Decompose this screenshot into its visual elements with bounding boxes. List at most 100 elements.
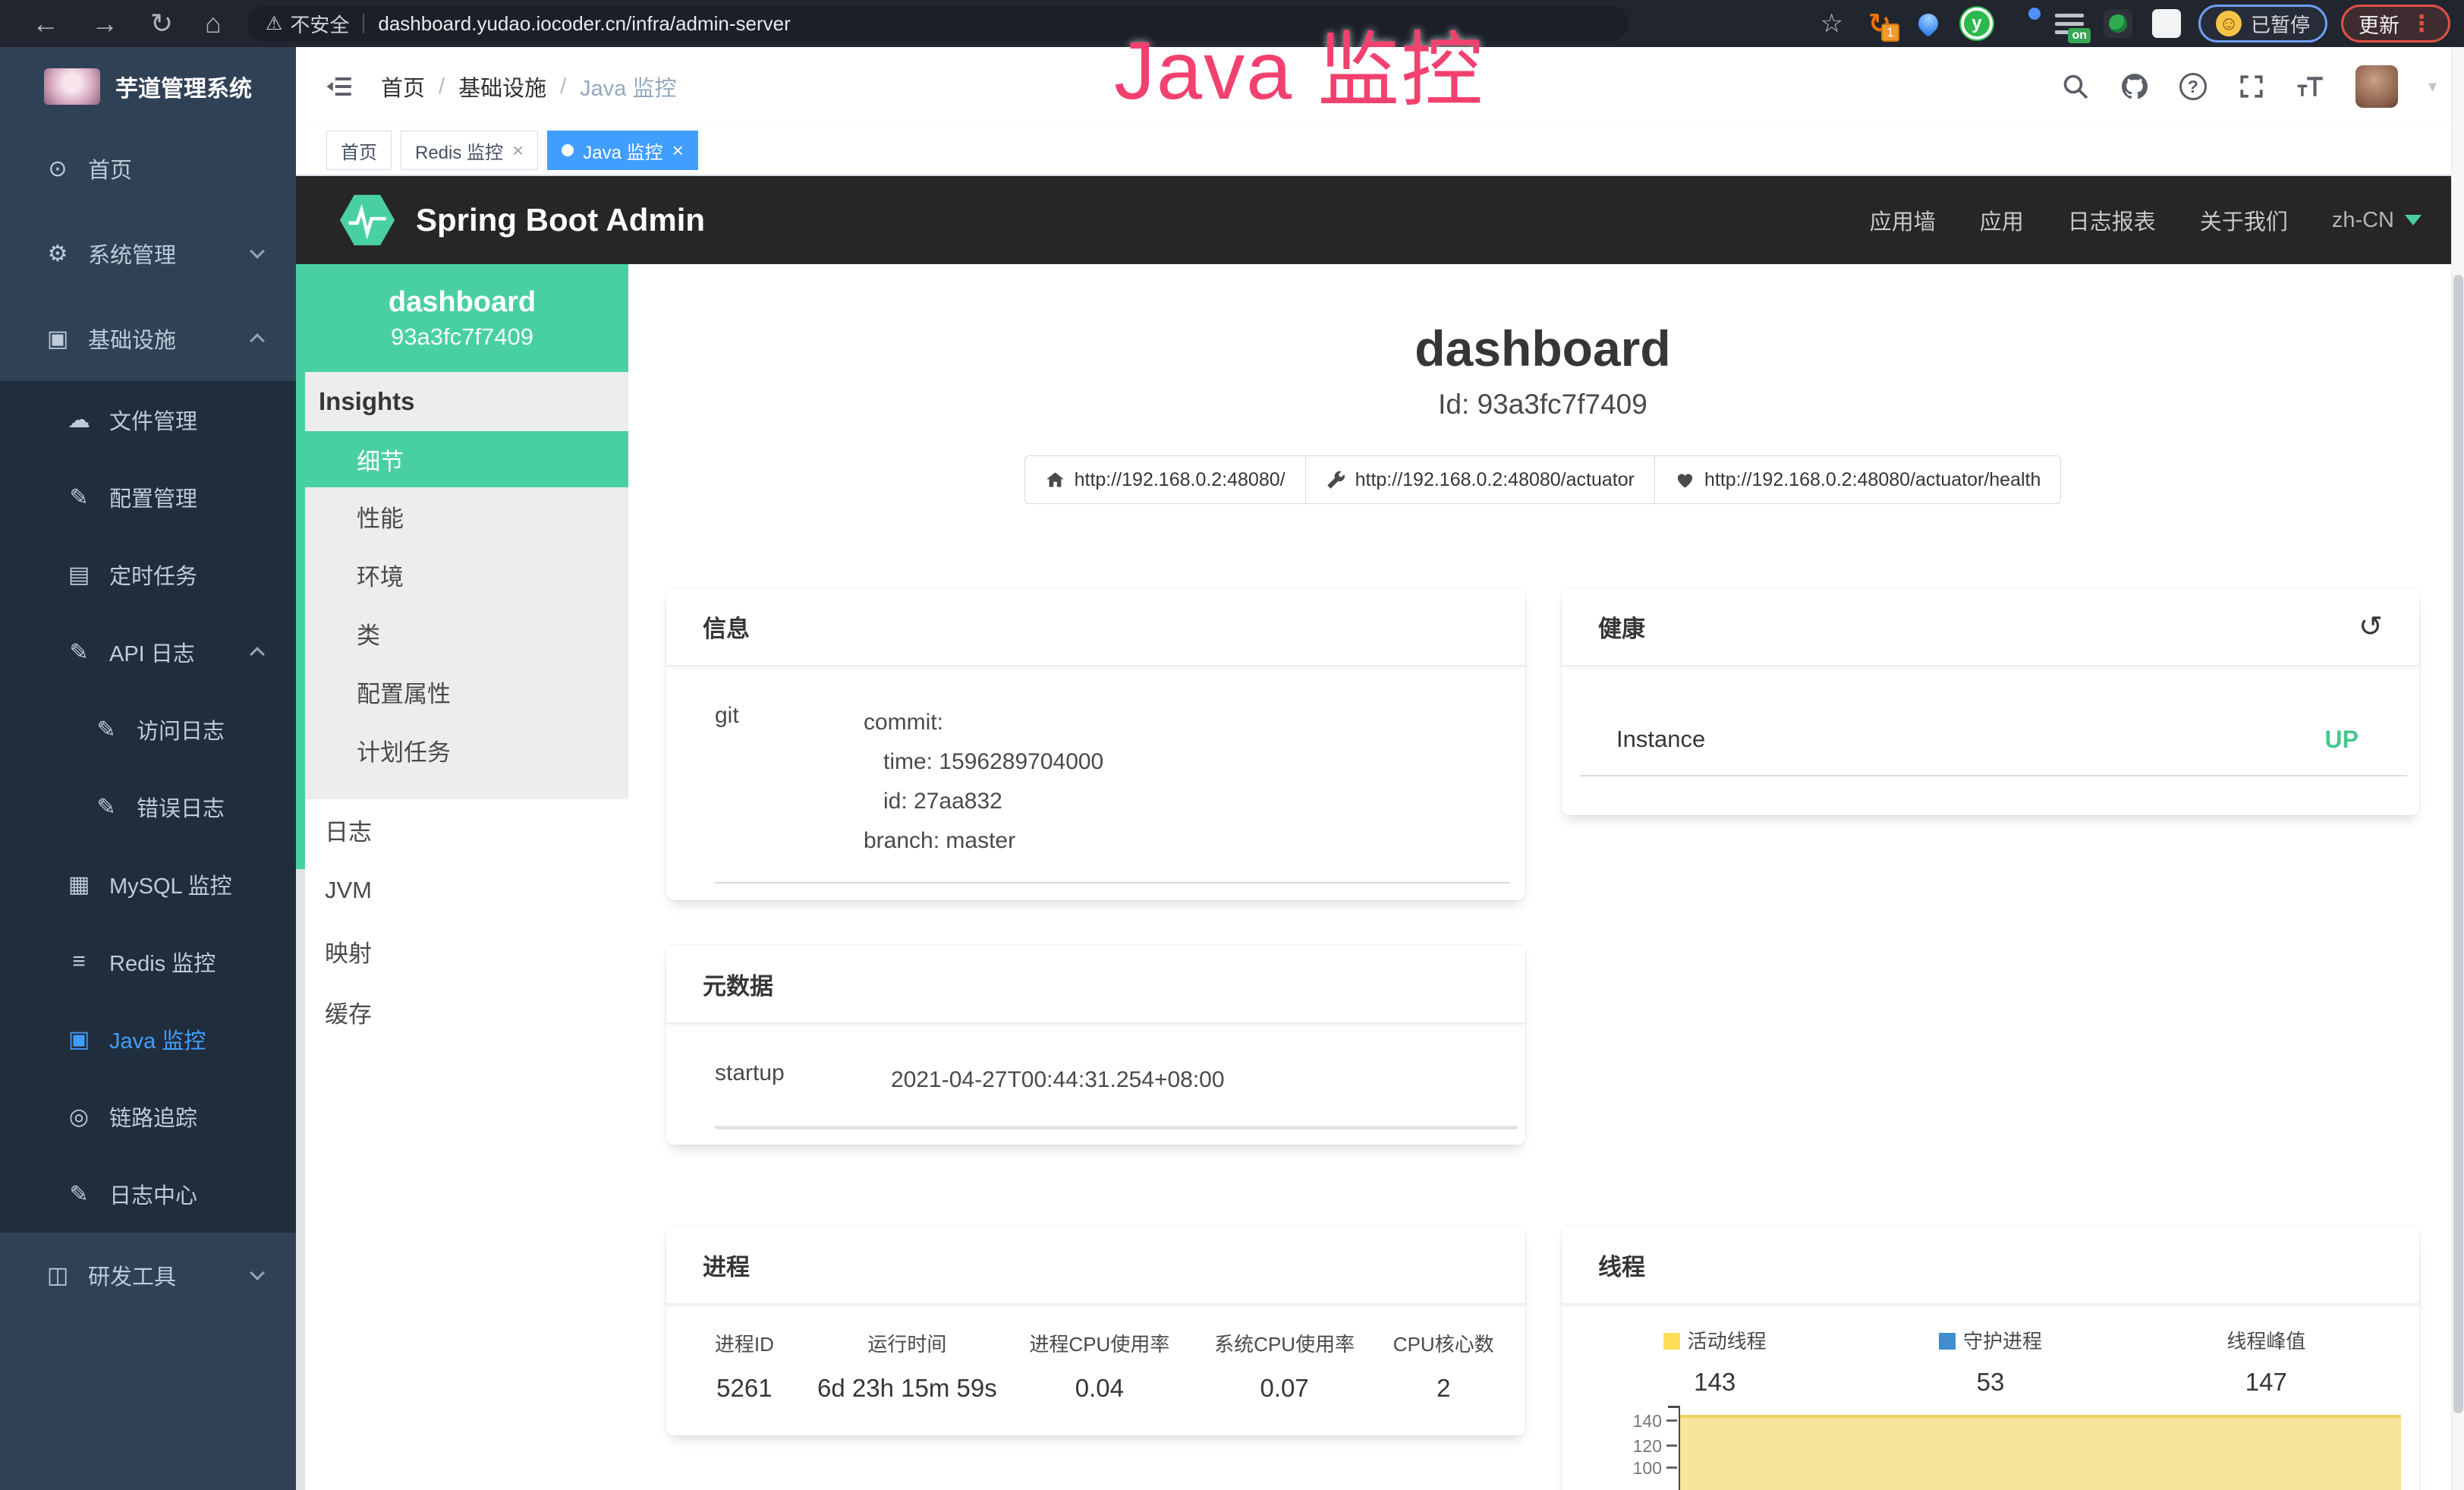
- extension-y-icon[interactable]: y: [1960, 7, 1994, 40]
- history-icon[interactable]: ↺: [2359, 610, 2383, 644]
- y-tick-100: 100: [1595, 1457, 1662, 1479]
- sba-item-details[interactable]: 细节: [296, 431, 628, 487]
- health-card: 健康 ↺ Instance UP: [1562, 587, 2419, 815]
- sidebar-item-mysql-monitor[interactable]: ▦ MySQL 监控: [0, 846, 296, 923]
- sba-item-config-props[interactable]: 配置属性: [296, 663, 628, 721]
- sba-item-scheduled-tasks[interactable]: 计划任务: [296, 721, 628, 780]
- extension-refresh-icon[interactable]: ↻ 1: [1863, 7, 1896, 40]
- dashboard-icon: ⊙: [42, 156, 73, 182]
- divider: [715, 1126, 1518, 1129]
- sidebar-item-log-center[interactable]: ✎ 日志中心: [0, 1155, 296, 1233]
- sba-nav-wallboard[interactable]: 应用墙: [1870, 204, 1936, 236]
- health-url-button[interactable]: http://192.168.0.2:48080/actuator/health: [1654, 455, 2061, 504]
- avatar-caret-icon[interactable]: ▾: [2428, 77, 2437, 96]
- home-icon: [1045, 470, 1065, 490]
- on-badge: on: [2068, 28, 2091, 43]
- forward-icon[interactable]: →: [91, 10, 118, 37]
- breadcrumb-infrastructure[interactable]: 基础设施: [458, 71, 546, 102]
- metric-uptime: 运行时间 6d 23h 15m 59s: [807, 1329, 1007, 1403]
- tab-java-monitor[interactable]: Java 监控 ×: [547, 131, 698, 170]
- threads-card: 线程 活动线程 143 守护进程: [1562, 1226, 2419, 1490]
- sidebar-item-scheduled-jobs[interactable]: ▤ 定时任务: [0, 536, 296, 613]
- sba-nav-journal[interactable]: 日志报表: [2068, 204, 2156, 236]
- sba-item-caches[interactable]: 缓存: [296, 981, 628, 1042]
- paused-profile-badge[interactable]: ☺ 已暂停: [2198, 5, 2327, 43]
- sba-item-logs[interactable]: 日志: [296, 799, 628, 860]
- back-icon[interactable]: ←: [32, 10, 59, 37]
- breadcrumb-home[interactable]: 首页: [381, 71, 425, 102]
- home-icon[interactable]: ⌂: [205, 10, 222, 37]
- sidebar-item-java-monitor[interactable]: ▣ Java 监控: [0, 1000, 296, 1078]
- tab-redis-monitor[interactable]: Redis 监控 ×: [401, 131, 538, 170]
- github-icon[interactable]: [2120, 72, 2149, 101]
- sba-nav-applications[interactable]: 应用: [1980, 204, 2024, 236]
- sidebar-item-infrastructure[interactable]: ▣ 基础设施: [0, 296, 296, 381]
- sba-item-jvm[interactable]: JVM: [296, 860, 628, 921]
- metadata-card-title: 元数据: [703, 967, 773, 1001]
- instance-name: dashboard: [389, 286, 536, 319]
- metric-system-cpu: 系统CPU使用率 0.07: [1192, 1329, 1377, 1403]
- y-tick-140: 140: [1595, 1410, 1662, 1432]
- extension-count-badge: 1: [1881, 24, 1899, 42]
- instance-header[interactable]: dashboard 93a3fc7f7409: [296, 264, 628, 372]
- collapse-menu-icon[interactable]: [323, 73, 355, 100]
- annotation-overlay: Java 监控: [1114, 5, 1484, 123]
- close-icon[interactable]: ×: [672, 140, 684, 160]
- metric-cpu-cores: CPU核心数 2: [1377, 1329, 1511, 1403]
- browser-menu-icon[interactable]: ⋮: [2410, 11, 2433, 37]
- extension-pin-icon[interactable]: [1912, 7, 1945, 40]
- extension-list-icon[interactable]: on: [2053, 7, 2086, 40]
- threads-card-title: 线程: [1598, 1248, 1645, 1282]
- process-card: 进程 进程ID 5261 运行时间 6d 23h 15m 59s: [666, 1226, 1525, 1435]
- sidebar-scrollbar-thumb[interactable]: [296, 372, 305, 869]
- sba-nav-about[interactable]: 关于我们: [2200, 204, 2288, 236]
- sba-item-classes[interactable]: 类: [296, 604, 628, 663]
- warning-icon: ⚠: [266, 12, 282, 35]
- actuator-url-button[interactable]: http://192.168.0.2:48080/actuator: [1305, 455, 1655, 504]
- reload-icon[interactable]: ↻: [150, 10, 173, 37]
- language-selector[interactable]: zh-CN: [2332, 208, 2422, 233]
- search-icon[interactable]: [2061, 72, 2090, 101]
- sidebar-item-api-log[interactable]: ✎ API 日志: [0, 613, 296, 691]
- sba-item-mappings[interactable]: 映射: [296, 921, 628, 981]
- legend-live-threads-swatch: [1663, 1333, 1680, 1350]
- sidebar-item-home[interactable]: ⊙ 首页: [0, 126, 296, 211]
- close-icon[interactable]: ×: [512, 140, 524, 160]
- health-card-title: 健康: [1598, 610, 1645, 644]
- sidebar-item-tracing[interactable]: ◎ 链路追踪: [0, 1078, 296, 1155]
- sidebar-item-access-log[interactable]: ✎ 访问日志: [0, 691, 296, 768]
- health-instance-label[interactable]: Instance: [1616, 726, 1705, 754]
- service-url-button[interactable]: http://192.168.0.2:48080/: [1024, 455, 1306, 504]
- extensions-puzzle-icon[interactable]: [2150, 7, 2183, 40]
- font-size-icon[interactable]: [2296, 72, 2325, 101]
- help-icon[interactable]: ?: [2179, 73, 2207, 100]
- sba-logo-icon[interactable]: [338, 188, 396, 252]
- extension-green-icon[interactable]: [2101, 7, 2135, 40]
- sidebar-item-error-log[interactable]: ✎ 错误日志: [0, 768, 296, 846]
- sidebar-item-dev-tools[interactable]: ◫ 研发工具: [0, 1233, 296, 1318]
- extension-grid-icon[interactable]: [2009, 9, 2038, 38]
- update-button[interactable]: 更新 ⋮: [2341, 5, 2450, 43]
- bookmark-star-icon[interactable]: ☆: [1820, 8, 1843, 39]
- instance-id: 93a3fc7f7409: [391, 323, 533, 351]
- instance-hero: dashboard Id: 93a3fc7f7409 http://192.16…: [666, 319, 2419, 504]
- sidebar-item-config-management[interactable]: ✎ 配置管理: [0, 458, 296, 536]
- sba-item-environment[interactable]: 环境: [296, 546, 628, 604]
- sidebar-item-redis-monitor[interactable]: ≡ Redis 监控: [0, 923, 296, 1000]
- sba-sidebar: dashboard 93a3fc7f7409 Insights 细节 性能 环境…: [296, 264, 628, 1490]
- sba-item-metrics[interactable]: 性能: [296, 487, 628, 546]
- instance-links: http://192.168.0.2:48080/ http://192.168…: [1024, 455, 2062, 504]
- infrastructure-icon: ▣: [42, 326, 73, 352]
- screen: ← → ↻ ⌂ ⚠ 不安全 dashboard.yudao.iocoder.cn…: [0, 0, 2464, 1490]
- sba-brand[interactable]: Spring Boot Admin: [416, 202, 705, 238]
- breadcrumb: 首页 / 基础设施 / Java 监控: [381, 71, 676, 102]
- user-avatar[interactable]: [2355, 65, 2398, 108]
- sidebar-item-file-management[interactable]: ☁ 文件管理: [0, 381, 296, 458]
- security-label[interactable]: 不安全: [290, 10, 349, 38]
- page-scrollbar[interactable]: [2451, 47, 2464, 1490]
- tab-home[interactable]: 首页: [326, 131, 392, 170]
- page-scrollbar-thumb[interactable]: [2453, 275, 2463, 1413]
- smiley-avatar-icon: ☺: [2216, 11, 2242, 36]
- fullscreen-icon[interactable]: [2237, 72, 2266, 101]
- sidebar-item-system-management[interactable]: ⚙ 系统管理: [0, 211, 296, 296]
